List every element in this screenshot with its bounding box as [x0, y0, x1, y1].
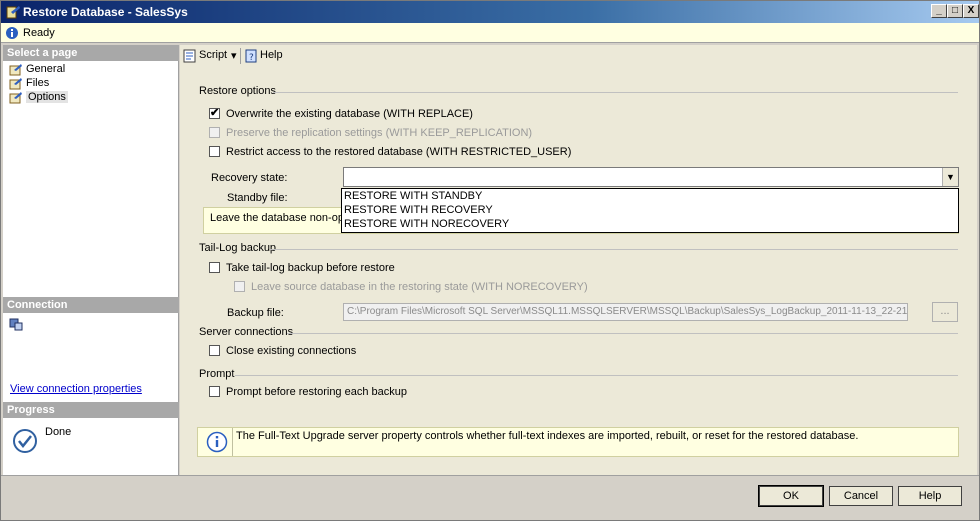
page-item-files[interactable]: Files	[9, 77, 159, 91]
title-bar[interactable]: Restore Database - SalesSys _ □ X	[1, 1, 979, 23]
left-panel: Select a page General Files Options Conn…	[3, 45, 179, 475]
minimize-button[interactable]: _	[931, 4, 947, 18]
done-check-icon	[13, 429, 37, 453]
view-connection-properties-link[interactable]: View connection properties	[10, 383, 142, 395]
info-message-box: The Full-Text Upgrade server property co…	[197, 427, 959, 457]
svg-text:?: ?	[249, 53, 254, 63]
recovery-state-label: Recovery state:	[211, 172, 288, 184]
overwrite-checkbox[interactable]: ✔	[209, 107, 220, 119]
preserve-replication-label: Preserve the replication settings (WITH …	[226, 127, 533, 139]
page-icon	[9, 64, 22, 76]
recovery-option-standby[interactable]: RESTORE WITH STANDBY	[344, 190, 482, 204]
info-icon	[6, 27, 18, 39]
dialog-button-bar: OK Cancel Help	[1, 475, 979, 520]
tail-log-title: Tail-Log backup	[199, 242, 277, 254]
recovery-option-norecovery[interactable]: RESTORE WITH NORECOVERY	[344, 218, 509, 232]
prompt-before-checkbox[interactable]	[209, 386, 220, 397]
script-icon	[183, 49, 196, 63]
leave-source-checkbox[interactable]	[234, 281, 245, 292]
page-item-label: Files	[26, 77, 50, 89]
recovery-state-dropdown: RESTORE WITH STANDBY RESTORE WITH RECOVE…	[341, 188, 959, 233]
info-separator	[232, 428, 233, 456]
backup-file-input[interactable]: C:\Program Files\Microsoft SQL Server\MS…	[343, 303, 908, 321]
restrict-access-checkbox[interactable]	[209, 146, 220, 157]
section-divider	[287, 333, 958, 334]
progress-header: Progress	[3, 402, 179, 418]
help-button[interactable]: Help	[898, 486, 962, 506]
script-dropdown-arrow[interactable]: ▾	[231, 49, 237, 62]
page-icon	[9, 92, 22, 104]
database-restore-icon	[6, 6, 20, 19]
server-connections-title: Server connections	[199, 326, 294, 338]
help-icon: ?	[245, 49, 257, 63]
recovery-option-recovery[interactable]: RESTORE WITH RECOVERY	[344, 204, 493, 218]
overwrite-label: Overwrite the existing database (WITH RE…	[226, 108, 473, 120]
prompt-title: Prompt	[199, 368, 235, 380]
recovery-state-select[interactable]: ▼	[343, 167, 959, 187]
server-connection-icon	[9, 318, 23, 331]
ok-button[interactable]: OK	[758, 485, 824, 507]
info-message: The Full-Text Upgrade server property co…	[236, 430, 859, 442]
window-title: Restore Database - SalesSys	[23, 5, 188, 19]
preserve-replication-checkbox[interactable]	[209, 127, 220, 138]
close-button[interactable]: X	[963, 4, 979, 18]
select-page-header: Select a page	[3, 45, 179, 61]
checkmark: ✔	[210, 107, 220, 119]
connection-header: Connection	[3, 297, 179, 313]
section-divider	[270, 249, 958, 250]
restrict-access-label: Restrict access to the restored database…	[226, 146, 572, 158]
page-icon	[9, 78, 22, 90]
section-divider	[235, 375, 958, 376]
section-divider	[273, 92, 958, 93]
page-item-general[interactable]: General	[9, 63, 159, 77]
status-bar: Ready	[1, 23, 979, 43]
help-toolbar-label: Help	[260, 49, 283, 61]
prompt-before-label: Prompt before restoring each backup	[226, 386, 407, 398]
cancel-button[interactable]: Cancel	[829, 486, 893, 506]
chevron-down-icon[interactable]: ▼	[942, 168, 958, 186]
page-item-options[interactable]: Options	[9, 91, 159, 105]
close-connections-label: Close existing connections	[226, 345, 357, 357]
take-tail-log-checkbox[interactable]	[209, 262, 220, 273]
recovery-description: Leave the database non-opera	[210, 212, 360, 224]
leave-source-label: Leave source database in the restoring s…	[251, 281, 588, 293]
info-icon	[206, 431, 228, 453]
toolbar: Script ▾ ? Help	[180, 45, 977, 67]
script-label: Script	[199, 49, 228, 61]
restore-database-window: Restore Database - SalesSys _ □ X Ready …	[0, 0, 980, 521]
take-tail-log-label: Take tail-log backup before restore	[226, 262, 395, 274]
close-connections-checkbox[interactable]	[209, 345, 220, 356]
restore-options-title: Restore options	[199, 85, 277, 97]
standby-file-label: Standby file:	[227, 192, 288, 204]
options-page: Script ▾ ? Help Restore options ✔ Overwr…	[180, 45, 977, 475]
status-text: Ready	[23, 27, 55, 39]
maximize-button[interactable]: □	[947, 4, 963, 18]
backup-file-label: Backup file:	[227, 307, 284, 319]
toolbar-separator	[240, 48, 241, 64]
page-item-label: Options	[26, 91, 68, 103]
browse-button[interactable]: ...	[932, 302, 958, 322]
page-item-label: General	[26, 63, 66, 75]
progress-status: Done	[45, 426, 72, 438]
